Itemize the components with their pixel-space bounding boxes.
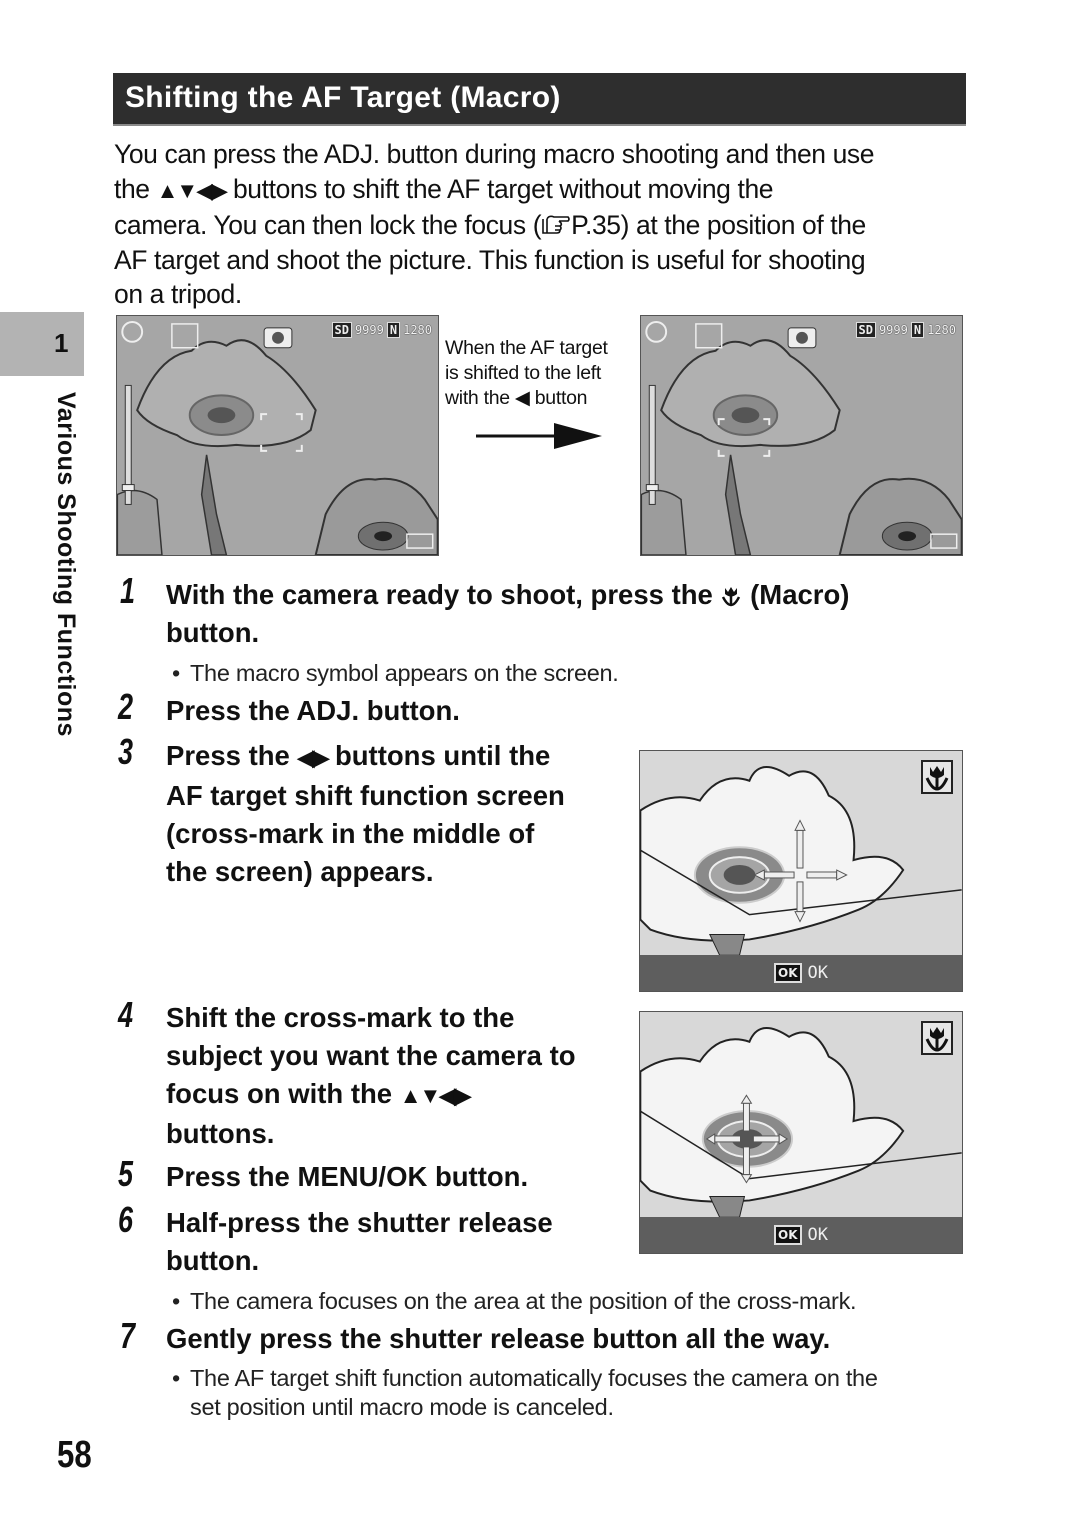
step-number: 2 (118, 686, 134, 727)
camera-screen-before: SD 9999 N 1280 (116, 315, 439, 556)
shift-caption: When the AF target is shifted to the lef… (445, 336, 640, 411)
step-instruction: Press the MENU/OK button. (166, 1161, 529, 1192)
bullet-dot: • (172, 1365, 180, 1391)
step-note: • The camera focuses on the area at the p… (172, 1287, 857, 1316)
step-number: 3 (118, 731, 134, 772)
intro-line: AF target and shoot the picture. This fu… (114, 244, 866, 275)
step-line: With the camera ready to shoot, press th… (166, 576, 849, 614)
macro-mode-icon (921, 1021, 953, 1055)
ok-bar: OK OK (640, 1217, 962, 1253)
step-line: Shift the cross-mark to the (166, 1002, 515, 1033)
camera-screen-crossmark-shifted: OK OK (639, 1011, 963, 1254)
caption-line: with the ◀ button (445, 386, 640, 411)
step-number: 5 (118, 1153, 134, 1194)
remaining-shots: 9999 (878, 323, 908, 337)
step-instruction: With the camera ready to shoot, press th… (166, 576, 849, 652)
step-number: 6 (118, 1199, 134, 1240)
remaining-shots: 9999 (354, 323, 384, 337)
sd-card-icon: SD (855, 322, 876, 338)
step-note: • The macro symbol appears on the screen. (172, 659, 619, 688)
step-line: (cross-mark in the middle of (166, 818, 535, 849)
step-instruction: Gently press the shutter release button … (166, 1323, 831, 1354)
note-text: set position until macro mode is cancele… (190, 1394, 614, 1420)
step-line: button. (166, 1245, 260, 1276)
step-line: focus on with the ▲▼◀▶ (166, 1075, 576, 1115)
page-number: 58 (57, 1434, 92, 1476)
ok-button-icon: OK (774, 1225, 802, 1245)
status-readout: SD 9999 N 1280 (331, 322, 432, 338)
step-text: With the camera ready to shoot, press th… (166, 579, 721, 610)
note-text: The macro symbol appears on the screen. (190, 660, 619, 686)
page-reference-link[interactable]: P.35 (571, 210, 621, 240)
step-line: AF target shift function screen (166, 780, 565, 811)
ok-label: OK (807, 963, 828, 983)
section-title: Shifting the AF Target (Macro) (125, 81, 561, 114)
ok-bar: OK OK (640, 955, 962, 991)
ok-button-icon: OK (774, 963, 802, 983)
camera-screen-after: SD 9999 N 1280 (640, 315, 963, 556)
step-line: Press the ◀▶ buttons until the (166, 737, 565, 777)
note-text: The camera focuses on the area at the po… (190, 1288, 857, 1314)
intro-paragraph: You can press the ADJ. button during mac… (114, 137, 974, 312)
intro-text: buttons to shift the AF target without m… (226, 173, 774, 204)
step-instruction: Half-press the shutter release button. (166, 1204, 553, 1280)
section-header: Shifting the AF Target (Macro) (113, 73, 966, 126)
caption-text: with the (445, 387, 515, 409)
chapter-tab[interactable]: 1 (0, 312, 84, 376)
intro-text: ) at the position of the (620, 210, 867, 241)
direction-arrows-icon: ▲▼◀▶ (156, 177, 228, 203)
step-instruction: Press the ADJ. button. (166, 695, 460, 726)
step-line: Half-press the shutter release (166, 1207, 553, 1238)
step-instruction: Shift the cross-mark to the subject you … (166, 999, 576, 1153)
step-text: (Macro) (742, 579, 850, 610)
intro-line: the ▲▼◀▶ buttons to shift the AF target … (114, 172, 974, 209)
quality-icon: N (910, 322, 925, 338)
step-line: button. (166, 617, 260, 648)
intro-line: You can press the ADJ. button during mac… (114, 139, 875, 169)
pointing-hand-icon (541, 210, 571, 240)
right-arrow-icon (476, 423, 602, 449)
flower-scene-illustration (117, 316, 438, 555)
bullet-dot: • (172, 1288, 180, 1314)
macro-mode-icon (921, 760, 953, 794)
caption-line: is shifted to the left (445, 362, 601, 384)
chapter-title: Various Shooting Functions (52, 392, 80, 737)
image-size: 1280 (927, 323, 956, 337)
step-text: focus on with the (166, 1078, 400, 1109)
quality-icon: N (386, 322, 401, 338)
status-readout: SD 9999 N 1280 (855, 322, 956, 338)
sd-card-icon: SD (331, 322, 352, 338)
direction-arrows-icon: ▲▼◀▶ (399, 1083, 471, 1108)
chapter-number: 1 (54, 328, 69, 358)
note-text: The AF target shift function automatical… (190, 1365, 878, 1391)
caption-line: When the AF target (445, 337, 608, 359)
step-text: buttons until the (327, 740, 551, 771)
step-number: 4 (118, 994, 134, 1035)
intro-text: camera. You can then lock the focus ( (114, 210, 542, 241)
step-note: • The AF target shift function automatica… (172, 1364, 878, 1422)
step-line: subject you want the camera to (166, 1040, 576, 1071)
bullet-dot: • (172, 660, 180, 686)
image-size: 1280 (403, 323, 432, 337)
step-line: buttons. (166, 1118, 275, 1149)
step-text: Press the (166, 740, 298, 771)
macro-icon (720, 579, 742, 610)
step-instruction: Press the ◀▶ buttons until the AF target… (166, 737, 565, 891)
intro-line: camera. You can then lock the focus ( P.3… (114, 208, 974, 243)
caption-text: button (529, 387, 588, 409)
step-number: 1 (120, 570, 136, 611)
camera-screen-crossmark-center: OK OK (639, 750, 963, 992)
flower-scene-illustration (641, 316, 962, 555)
left-arrow-icon: ◀ (514, 387, 530, 409)
left-right-arrows-icon: ◀▶ (297, 745, 329, 770)
step-line: the screen) appears. (166, 856, 434, 887)
ok-label: OK (807, 1225, 828, 1245)
intro-text: the (114, 173, 157, 204)
step-number: 7 (120, 1315, 136, 1356)
intro-line: on a tripod. (114, 279, 242, 310)
